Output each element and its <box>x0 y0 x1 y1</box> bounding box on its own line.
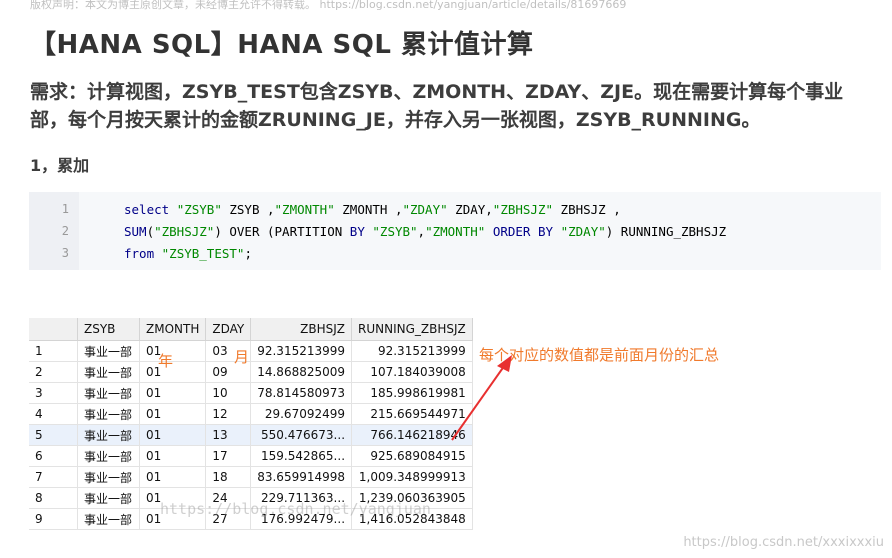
watermark-corner: https://blog.csdn.net/xxxixxxiu <box>683 535 884 550</box>
annotation-arrow-icon <box>451 355 512 441</box>
watermark-overlay: https://blog.csdn.net/yangjuan <box>160 500 431 518</box>
